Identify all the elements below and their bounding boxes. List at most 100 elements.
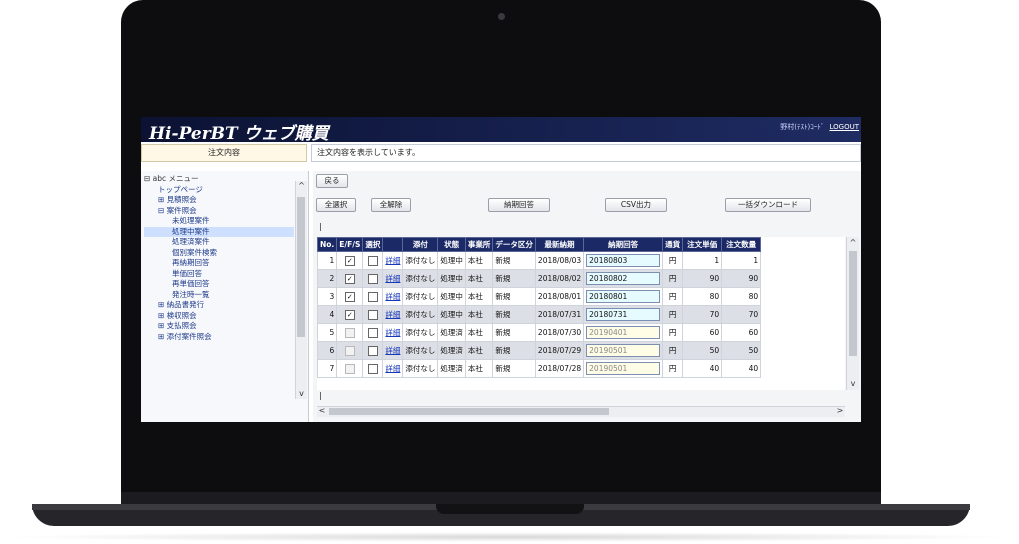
- efs-cell: ✓: [336, 251, 364, 270]
- select-checkbox[interactable]: [367, 273, 378, 284]
- detail-link[interactable]: 詳細: [385, 292, 400, 301]
- detail-link[interactable]: 詳細: [385, 274, 400, 283]
- sidebar-item[interactable]: ⊞ 添付案件照会: [144, 332, 294, 343]
- table-vscroll-thumb[interactable]: [849, 251, 857, 356]
- column-header: 事業所: [464, 237, 494, 252]
- sidebar-item[interactable]: 個別案件検索: [144, 248, 294, 259]
- efs-checkbox[interactable]: ✓: [344, 309, 355, 320]
- latest-delivery-cell: 2018/07/31: [534, 305, 585, 324]
- delivery-reply-input[interactable]: 20180801: [586, 290, 661, 303]
- detail-cell: 詳細: [382, 341, 404, 360]
- table-row: 4 ✓ 詳細 添付なし 処理中 本社 新規 2018/07/31 20180731 円 70 70: [317, 305, 762, 324]
- efs-checkbox[interactable]: ✓: [344, 273, 355, 284]
- sidebar-item[interactable]: ⊞ 納品書発行: [144, 300, 294, 311]
- delivery-reply-cell: 20180802: [583, 269, 664, 288]
- sidebar-item[interactable]: 未処理案件: [144, 216, 294, 227]
- detail-cell: 詳細: [382, 305, 404, 324]
- scroll-right-icon[interactable]: >: [835, 406, 845, 416]
- currency-cell: 円: [662, 323, 684, 342]
- detail-link[interactable]: 詳細: [385, 346, 400, 355]
- quantity-cell: 80: [721, 287, 762, 306]
- sidebar-item[interactable]: ⊟ 案件照会: [144, 206, 294, 217]
- sidebar-scrollbar[interactable]: ^ v: [295, 181, 307, 399]
- scroll-down-icon[interactable]: v: [296, 389, 307, 399]
- detail-link[interactable]: 詳細: [385, 328, 400, 337]
- sidebar-scroll-thumb[interactable]: [297, 197, 305, 337]
- page-indicator-bottom: |: [319, 391, 322, 400]
- status-cell: 処理中: [437, 287, 466, 306]
- csv-output-button[interactable]: CSV出力: [605, 198, 667, 212]
- delivery-reply-input[interactable]: 20180802: [586, 272, 661, 285]
- data-kind-cell: 新規: [492, 323, 536, 342]
- column-header: 通貨: [662, 237, 684, 252]
- sidebar-item[interactable]: ⊞ 検収照会: [144, 311, 294, 322]
- delivery-reply-input[interactable]: 20190501: [586, 344, 661, 357]
- delivery-reply-input[interactable]: 20190401: [586, 326, 661, 339]
- data-kind-cell: 新規: [492, 269, 536, 288]
- detail-cell: 詳細: [382, 269, 404, 288]
- select-all-button[interactable]: 全選択: [316, 198, 356, 212]
- detail-cell: 詳細: [382, 251, 404, 270]
- quantity-cell: 70: [721, 305, 762, 324]
- delivery-reply-input[interactable]: 20180803: [586, 254, 661, 267]
- efs-checkbox[interactable]: ✓: [344, 291, 355, 302]
- office-cell: 本社: [464, 341, 494, 360]
- sidebar-item[interactable]: ⊞ 支払照会: [144, 321, 294, 332]
- detail-link[interactable]: 詳細: [385, 310, 400, 319]
- column-header: 納期回答: [583, 237, 664, 252]
- currency-cell: 円: [662, 305, 684, 324]
- detail-link[interactable]: 詳細: [385, 364, 400, 373]
- quantity-cell: 40: [721, 359, 762, 378]
- select-checkbox[interactable]: [367, 309, 378, 320]
- sidebar-item[interactable]: 処理中案件: [144, 226, 294, 237]
- office-cell: 本社: [464, 305, 494, 324]
- tab-order-content[interactable]: 注文内容: [141, 144, 307, 162]
- sidebar-item[interactable]: トップページ: [144, 185, 294, 196]
- deselect-all-button[interactable]: 全解除: [371, 198, 411, 212]
- quantity-cell: 90: [721, 269, 762, 288]
- table-horizontal-scrollbar[interactable]: < >: [317, 406, 845, 417]
- unit-price-cell: 1: [682, 251, 723, 270]
- quantity-cell: 1: [721, 251, 762, 270]
- camera-dot: [498, 13, 505, 20]
- logout-link[interactable]: LOGOUT: [830, 123, 860, 131]
- select-checkbox[interactable]: [367, 327, 378, 338]
- back-button[interactable]: 戻る: [316, 174, 348, 188]
- status-cell: 処理中: [437, 305, 466, 324]
- row-number: 7: [317, 359, 338, 378]
- efs-checkbox[interactable]: ✓: [344, 255, 355, 266]
- scroll-up-icon[interactable]: ^: [296, 181, 307, 191]
- status-cell: 処理済: [437, 341, 466, 360]
- bulk-download-button[interactable]: 一括ダウンロード: [725, 198, 811, 212]
- quantity-cell: 50: [721, 341, 762, 360]
- select-checkbox[interactable]: [367, 345, 378, 356]
- select-checkbox[interactable]: [367, 255, 378, 266]
- table-vertical-scrollbar[interactable]: ^ v: [846, 237, 859, 390]
- delivery-reply-button[interactable]: 納期回答: [488, 198, 550, 212]
- efs-checkbox: [344, 363, 355, 374]
- detail-cell: 詳細: [382, 359, 404, 378]
- scroll-down-icon[interactable]: v: [847, 378, 859, 390]
- sidebar-item[interactable]: ⊟ abc メニュー: [144, 174, 294, 185]
- detail-cell: 詳細: [382, 323, 404, 342]
- sidebar-item[interactable]: 再単価回答: [144, 279, 294, 290]
- sidebar-item[interactable]: 処理済案件: [144, 237, 294, 248]
- row-number: 1: [317, 251, 338, 270]
- select-cell: [362, 287, 384, 306]
- user-info: 野村(ﾃｽﾄ)ｺｰﾄﾞ LOGOUT: [780, 122, 859, 132]
- sidebar-item[interactable]: 発注時一覧: [144, 290, 294, 301]
- delivery-reply-cell: 20180801: [583, 287, 664, 306]
- sidebar-item[interactable]: ⊞ 見積照会: [144, 195, 294, 206]
- delivery-reply-input[interactable]: 20180731: [586, 308, 661, 321]
- select-checkbox[interactable]: [367, 363, 378, 374]
- scroll-left-icon[interactable]: <: [317, 406, 327, 416]
- scroll-up-icon[interactable]: ^: [847, 237, 859, 249]
- table-hscroll-thumb[interactable]: [329, 408, 609, 415]
- delivery-reply-input[interactable]: 20190501: [586, 362, 661, 375]
- table-row: 3 ✓ 詳細 添付なし 処理中 本社 新規 2018/08/01 20180801 円 80 80: [317, 287, 762, 306]
- sidebar-item[interactable]: 再納期回答: [144, 258, 294, 269]
- unit-price-cell: 60: [682, 323, 723, 342]
- select-checkbox[interactable]: [367, 291, 378, 302]
- sidebar-item[interactable]: 単価回答: [144, 269, 294, 280]
- detail-link[interactable]: 詳細: [385, 256, 400, 265]
